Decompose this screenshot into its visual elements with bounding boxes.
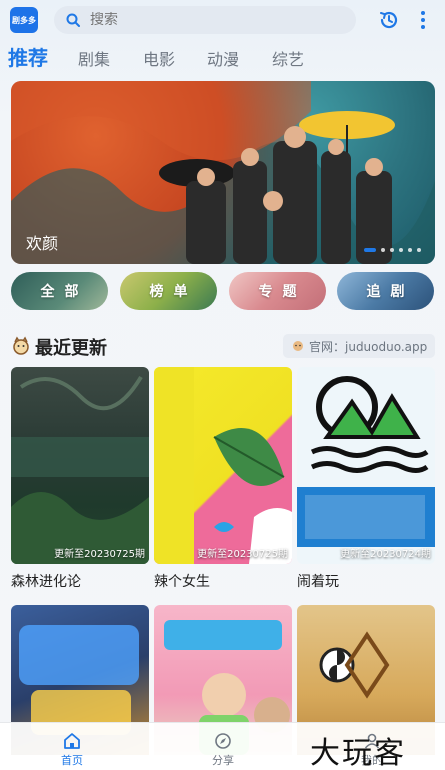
video-thumbnail[interactable]: 更新至20230724期: [297, 367, 435, 564]
video-card[interactable]: 更新至20230724期 闹着玩: [297, 367, 435, 591]
more-options-icon[interactable]: [416, 9, 430, 31]
video-thumbnail[interactable]: 更新至20230725期: [11, 367, 149, 564]
nav-share[interactable]: 分享: [193, 732, 253, 768]
thumbnail-art: [154, 367, 292, 564]
video-thumbnail[interactable]: 更新至20230725期: [154, 367, 292, 564]
official-site-text: 官网：juduoduo.app: [309, 339, 428, 354]
search-bar[interactable]: [54, 6, 356, 34]
mascot-icon: [13, 336, 29, 355]
pagination-dot[interactable]: [390, 248, 394, 252]
category-all-button[interactable]: 全部: [11, 272, 108, 310]
tab-anime[interactable]: 动漫: [207, 46, 239, 70]
video-title: 闹着玩: [297, 574, 339, 590]
compass-icon: [215, 733, 231, 749]
category-follow-button[interactable]: 追剧: [337, 272, 434, 310]
category-topic-button[interactable]: 专题: [229, 272, 326, 310]
nav-home[interactable]: 首页: [42, 732, 102, 768]
official-site-badge[interactable]: 官网：juduoduo.app: [283, 334, 435, 358]
hero-banner[interactable]: 欢颜: [11, 81, 435, 264]
category-label: 专题: [258, 284, 307, 300]
tab-variety[interactable]: 综艺: [272, 46, 304, 70]
nav-label: 首页: [61, 754, 83, 767]
tab-recommend[interactable]: 推荐: [8, 42, 48, 71]
mascot-mini-icon: [293, 341, 303, 351]
app-screen: 剧多多 推荐 剧集 电影 动漫 综艺: [0, 0, 445, 770]
pagination-dot[interactable]: [381, 248, 385, 252]
video-title: 辣个女生: [154, 574, 210, 590]
recent-updates-header: 最近更新 官网：juduoduo.app: [11, 333, 435, 359]
search-input[interactable]: [90, 12, 310, 28]
pagination-dot[interactable]: [417, 248, 421, 252]
top-bar: 剧多多: [0, 0, 445, 40]
logo-text: 剧多多: [12, 15, 36, 25]
video-card[interactable]: 更新至20230725期 辣个女生: [154, 367, 292, 591]
category-label: 榜单: [149, 284, 198, 300]
thumbnail-art: [11, 375, 149, 564]
search-icon: [66, 13, 80, 27]
tab-series[interactable]: 剧集: [78, 46, 110, 70]
episode-badge: 更新至20230724期: [340, 549, 431, 560]
episode-badge: 更新至20230725期: [197, 549, 288, 560]
category-shortcuts: 全部 榜单 专题 追剧: [11, 272, 435, 312]
video-title: 森林进化论: [11, 574, 81, 590]
banner-title: 欢颜: [26, 234, 59, 253]
history-icon[interactable]: [378, 9, 400, 31]
app-logo[interactable]: 剧多多: [10, 7, 38, 33]
pagination-dot[interactable]: [364, 248, 376, 252]
thumbnail-art: [297, 376, 435, 547]
category-ranking-button[interactable]: 榜单: [120, 272, 217, 310]
banner-artwork: [11, 81, 435, 264]
section-title: 最近更新: [35, 338, 107, 359]
category-label: 追剧: [366, 284, 415, 300]
tab-movie[interactable]: 电影: [143, 46, 175, 70]
episode-badge: 更新至20230725期: [54, 549, 145, 560]
home-icon: [64, 733, 80, 749]
watermark: 大玩客: [310, 736, 406, 770]
nav-label: 分享: [212, 754, 234, 767]
category-label: 全部: [40, 284, 89, 300]
pagination-dot[interactable]: [399, 248, 403, 252]
banner-pagination: [364, 248, 421, 252]
video-card[interactable]: 更新至20230725期 森林进化论: [11, 367, 149, 591]
category-tabs: 推荐 剧集 电影 动漫 综艺: [0, 42, 445, 76]
pagination-dot[interactable]: [408, 248, 412, 252]
